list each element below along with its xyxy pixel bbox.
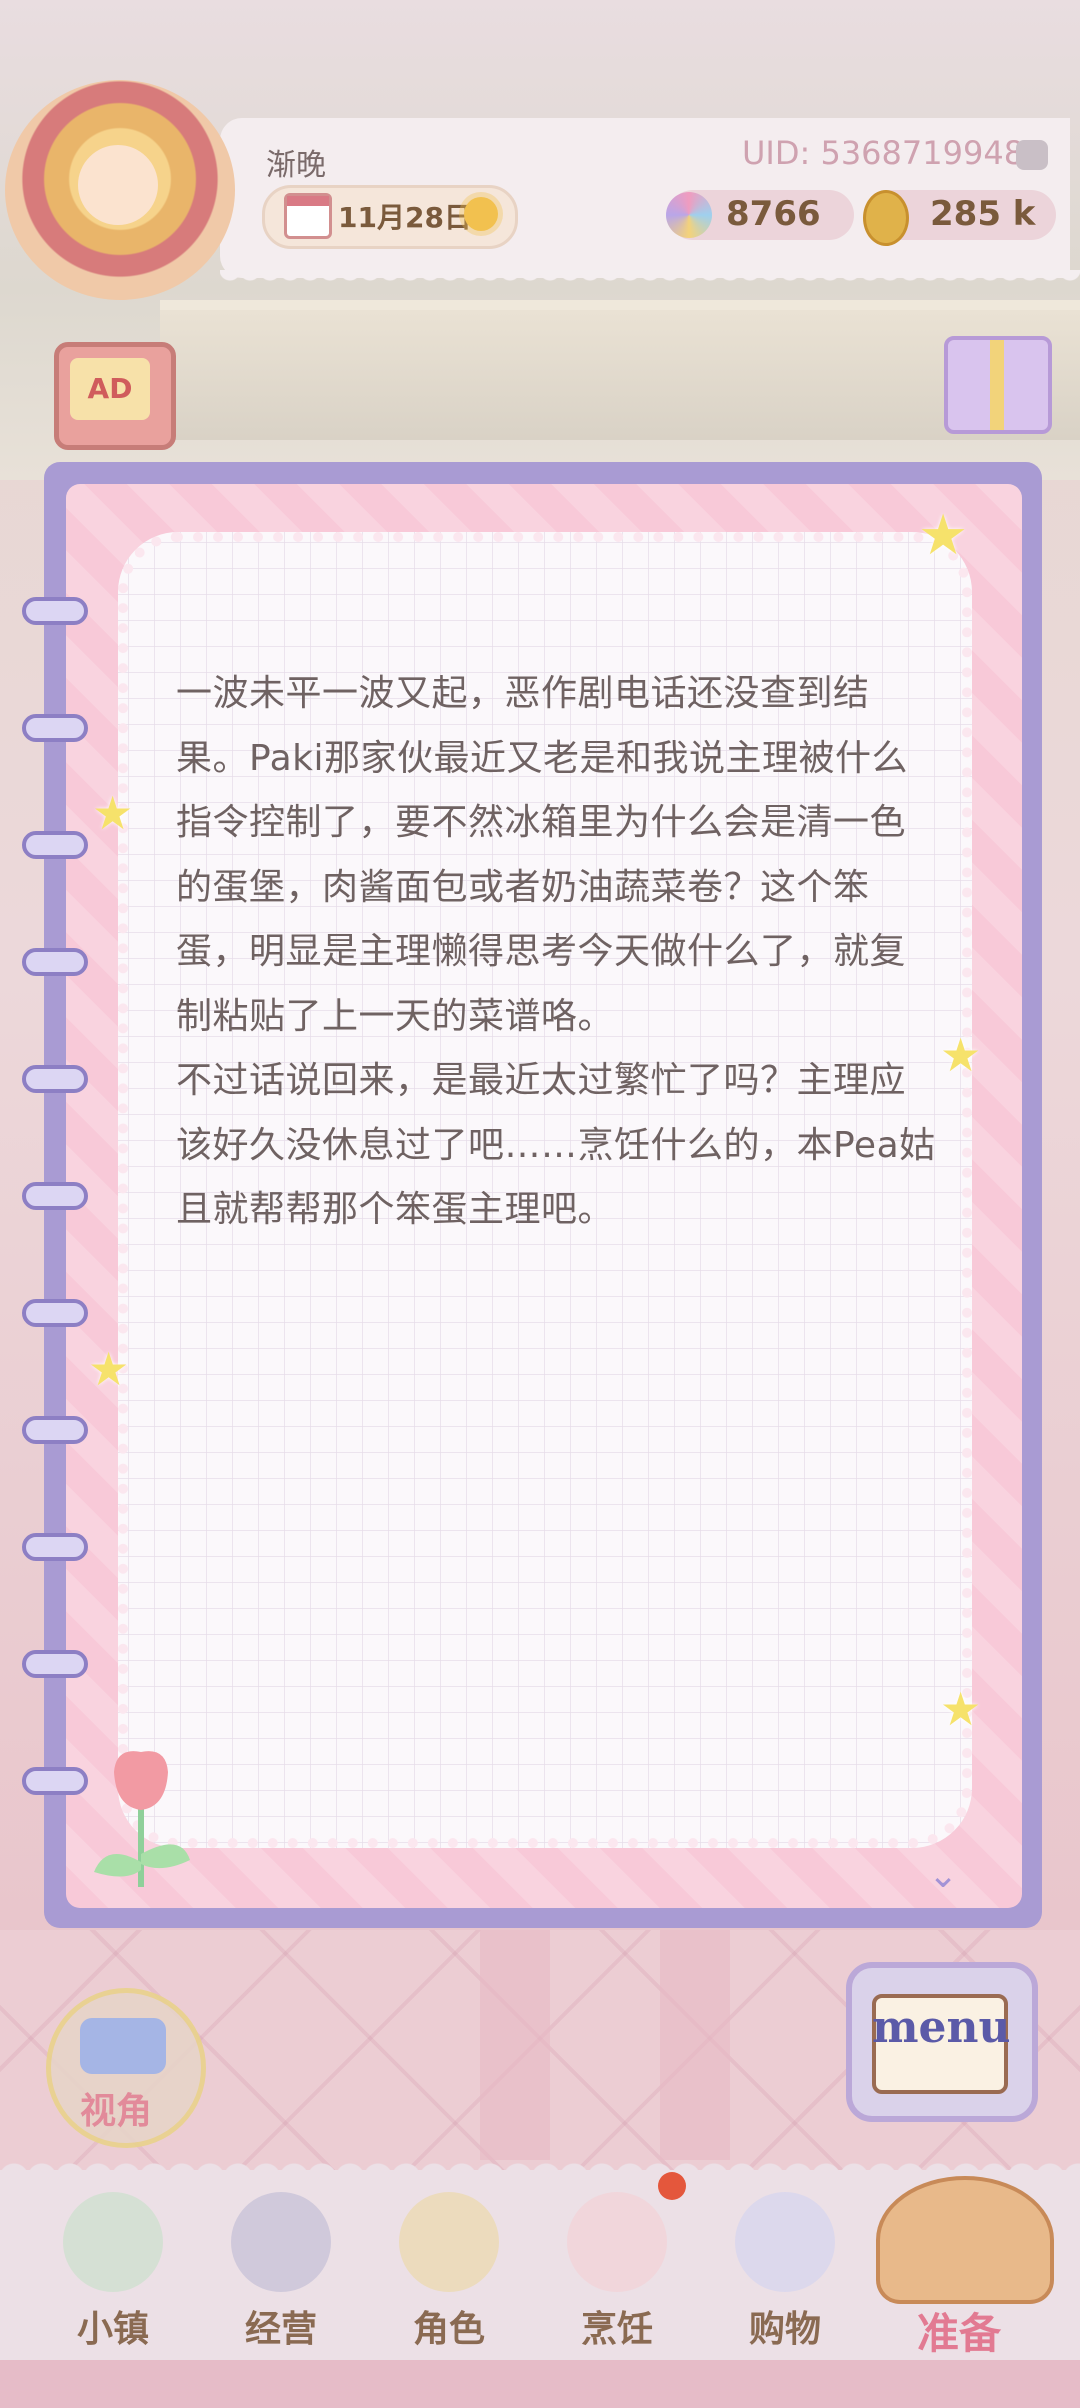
nav-label-active: 准备 [916, 2309, 1001, 2358]
nav-cooking[interactable]: 烹饪 [542, 2180, 692, 2350]
star-icon: ★ [918, 503, 969, 568]
dish-icon [567, 2192, 667, 2292]
nav-label: 烹饪 [580, 2309, 653, 2350]
tulip-icon [94, 1751, 190, 1887]
bottom-strip [0, 2360, 1080, 2408]
menu-label: menu [872, 2002, 1011, 2053]
shopping-bag-icon [735, 2192, 835, 2292]
nav-label: 经营 [244, 2309, 317, 2350]
player-name: 渐晚 [266, 148, 326, 183]
nav-label: 购物 [748, 2309, 821, 2350]
bag-icon [231, 2192, 331, 2292]
coin-value: 285 k [930, 194, 1036, 234]
binder-ring [22, 1299, 88, 1327]
binder-ring [22, 1533, 88, 1561]
map-icon [63, 2192, 163, 2292]
star-icon: ★ [940, 1028, 982, 1082]
diary-paragraph: 一波未平一波又起，恶作剧电话还没查到结果。Paki那家伙最近又老是和我说主理被什… [176, 673, 909, 1037]
star-icon: ★ [92, 786, 134, 840]
gem-icon [666, 192, 712, 238]
star-icon: ★ [940, 1682, 982, 1736]
ad-label: AD [70, 358, 150, 420]
character-icon [399, 2192, 499, 2292]
bottom-nav-lace [0, 2152, 1080, 2178]
binder-ring [22, 597, 88, 625]
star-icon: ★ [88, 1342, 130, 1396]
gem-value: 8766 [726, 194, 821, 234]
nav-prepare[interactable]: 准备 [884, 2180, 1034, 2358]
nav-label: 小镇 [76, 2309, 149, 2350]
binder-ring [22, 714, 88, 742]
diary-paragraph: 不过话说回来，是最近太过繁忙了吗？主理应该好久没休息过了吧……烹饪什么的，本Pe… [176, 1060, 936, 1230]
background-pillar [480, 1930, 550, 2160]
scroll-down-icon[interactable]: ⌄ [928, 1858, 958, 1894]
binder-ring [22, 1416, 88, 1444]
sun-icon [464, 197, 498, 231]
nav-town[interactable]: 小镇 [38, 2180, 188, 2350]
calendar-icon [284, 193, 332, 239]
binder-ring [22, 948, 88, 976]
binder-ring [22, 831, 88, 859]
background-counter [160, 300, 1080, 440]
nav-shopping[interactable]: 购物 [710, 2180, 860, 2350]
diary-text: 一波未平一波又起，恶作剧电话还没查到结果。Paki那家伙最近又老是和我说主理被什… [176, 662, 940, 1243]
nav-business[interactable]: 经营 [206, 2180, 356, 2350]
binder-ring [22, 1650, 88, 1678]
binder-ring [22, 1767, 88, 1795]
view-angle-label: 视角 [80, 2091, 153, 2132]
nav-character[interactable]: 角色 [374, 2180, 524, 2350]
date-label: 11月28日 [338, 201, 472, 234]
gift-icon[interactable] [944, 336, 1052, 434]
notification-badge [658, 2172, 686, 2200]
nav-label: 角色 [412, 2309, 485, 2350]
binder-ring [22, 1182, 88, 1210]
binder-ring [22, 1065, 88, 1093]
header-lace-trim [220, 270, 1080, 286]
uid-label: UID: 5368719948 [742, 134, 1025, 172]
background-pillar [660, 1930, 730, 2160]
copy-uid-icon[interactable] [1016, 140, 1048, 170]
coin-icon [863, 190, 909, 246]
camera-icon [80, 2018, 166, 2074]
avatar-face [78, 145, 158, 225]
